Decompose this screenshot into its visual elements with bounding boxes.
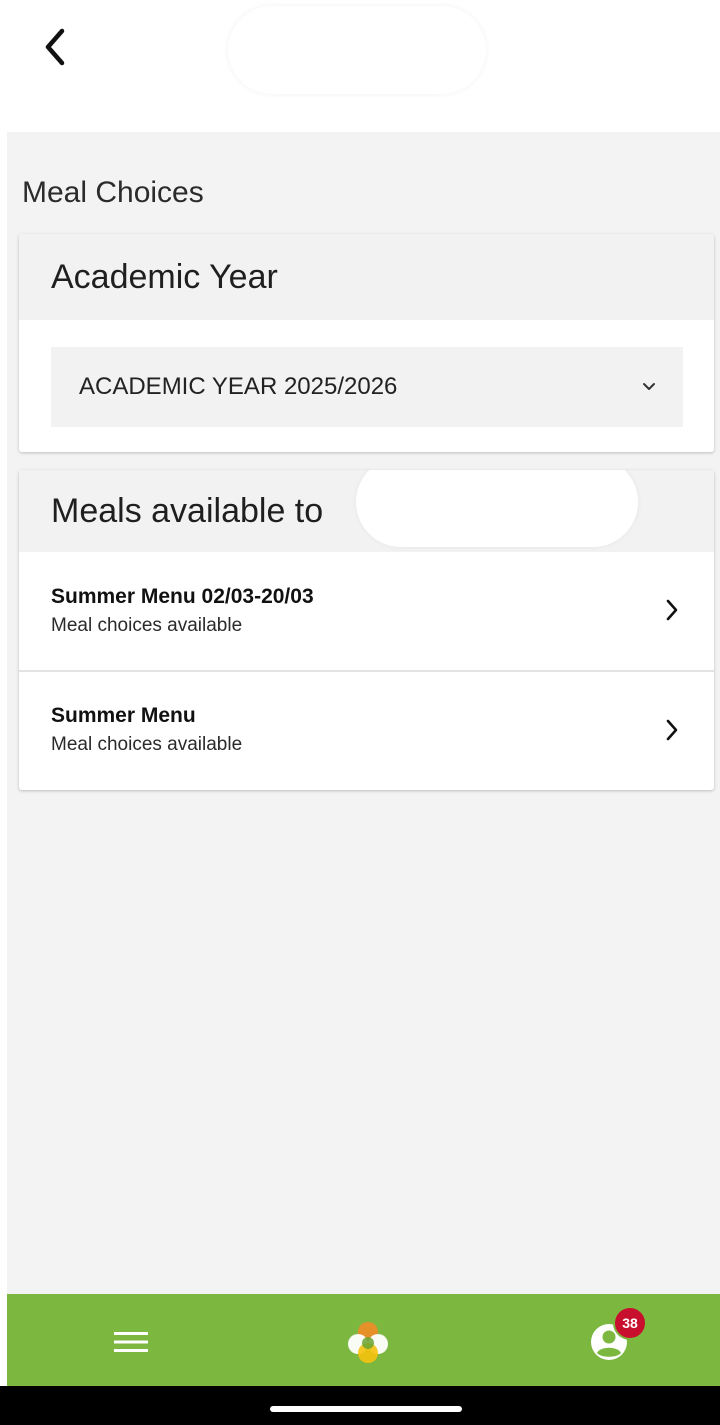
home-button[interactable] bbox=[338, 1312, 398, 1372]
meal-item-subtitle: Meal choices available bbox=[51, 615, 243, 636]
meals-available-card: Meals available to Summer Menu 02/03-20/… bbox=[19, 470, 714, 790]
profile-button[interactable]: 38 bbox=[579, 1306, 647, 1372]
chevron-down-icon bbox=[643, 383, 655, 390]
system-navigation-bar bbox=[0, 1386, 720, 1425]
redacted-title bbox=[228, 6, 486, 94]
academic-year-card-title: Academic Year bbox=[19, 234, 714, 320]
redacted-student-name bbox=[356, 470, 638, 547]
main-content: Meal Choices Academic Year ACADEMIC YEAR… bbox=[7, 132, 720, 1294]
hamburger-menu-icon bbox=[114, 1332, 148, 1352]
meal-item-subtitle: Meal choices available bbox=[51, 734, 243, 755]
meals-card-header: Meals available to bbox=[19, 470, 714, 552]
academic-year-card: Academic Year ACADEMIC YEAR 2025/2026 bbox=[19, 234, 714, 452]
meal-item-title: Summer Menu 02/03-20/03 bbox=[51, 585, 314, 608]
back-button[interactable] bbox=[30, 22, 80, 72]
menu-button[interactable] bbox=[101, 1312, 161, 1372]
top-app-bar bbox=[0, 0, 720, 132]
bottom-navigation-bar: 38 bbox=[7, 1294, 720, 1386]
chevron-right-icon bbox=[666, 719, 678, 741]
app-logo-icon bbox=[348, 1322, 388, 1363]
page-title: Meal Choices bbox=[22, 176, 204, 209]
home-indicator[interactable] bbox=[270, 1406, 462, 1412]
meal-item-title: Summer Menu bbox=[51, 704, 196, 727]
meals-card-title: Meals available to bbox=[51, 491, 324, 530]
academic-year-select-value: ACADEMIC YEAR 2025/2026 bbox=[79, 373, 398, 400]
meal-list-item[interactable]: Summer Menu Meal choices available bbox=[19, 670, 714, 788]
chevron-right-icon bbox=[666, 599, 678, 621]
notification-badge: 38 bbox=[613, 1306, 647, 1340]
meal-list-item[interactable]: Summer Menu 02/03-20/03 Meal choices ava… bbox=[19, 552, 714, 670]
academic-year-select[interactable]: ACADEMIC YEAR 2025/2026 bbox=[51, 347, 683, 427]
chevron-left-icon bbox=[45, 28, 65, 66]
